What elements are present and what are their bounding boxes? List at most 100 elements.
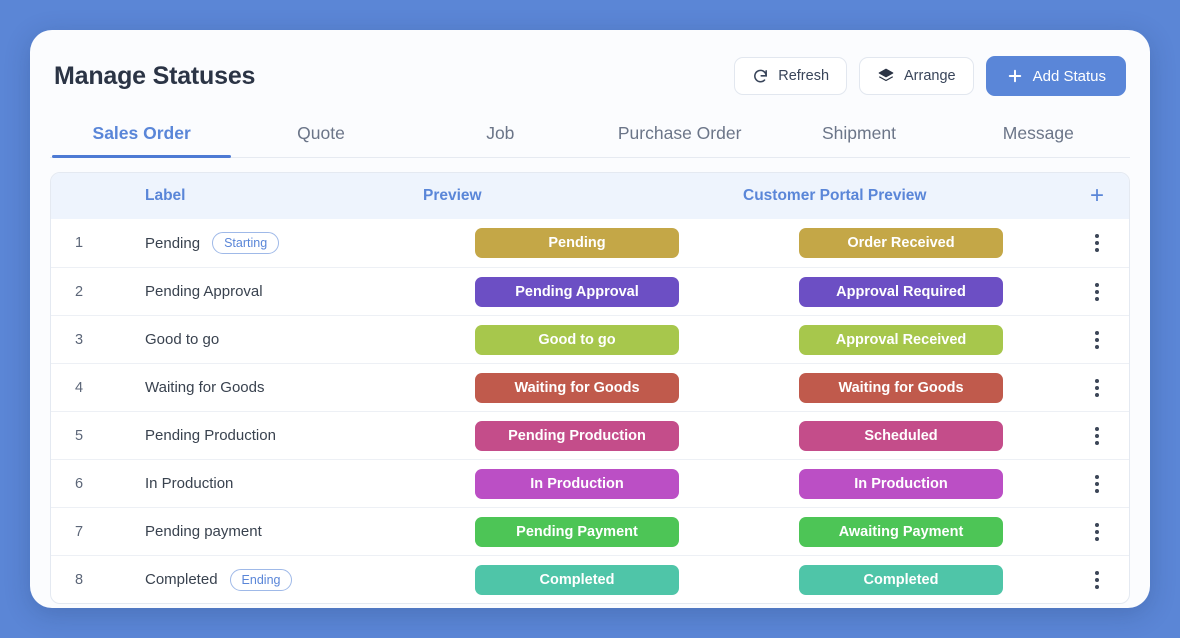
layers-icon	[877, 67, 895, 85]
row-menu-button[interactable]	[1065, 471, 1129, 497]
refresh-icon	[752, 68, 769, 85]
table-row[interactable]: 3 Good to go Good to go Approval Received	[51, 315, 1129, 363]
preview-pill: Pending Approval	[475, 277, 679, 307]
preview-cell: Pending Production	[417, 421, 737, 451]
row-label-cell: Pending payment	[107, 523, 417, 540]
manage-statuses-card: Manage Statuses Refresh	[30, 30, 1150, 608]
table-row[interactable]: 1 Pending Starting Pending Order Received	[51, 219, 1129, 267]
row-label-cell: In Production	[107, 475, 417, 492]
table-body: 1PendingStartingPendingOrder Received2Pe…	[51, 219, 1129, 603]
table-row[interactable]: 4 Waiting for Goods Waiting for Goods Waiti…	[51, 363, 1129, 411]
customer-portal-preview-cell: Order Received	[737, 228, 1065, 258]
header-actions: Refresh Arrange	[734, 56, 1126, 96]
row-number: 1	[51, 235, 107, 251]
add-status-button-label: Add Status	[1033, 68, 1106, 85]
customer-portal-pill: Waiting for Goods	[799, 373, 1003, 403]
vertical-dots-icon	[1091, 423, 1103, 449]
vertical-dots-icon	[1091, 471, 1103, 497]
row-label-cell: Completed Ending	[107, 569, 417, 591]
vertical-dots-icon	[1091, 279, 1103, 305]
table-row[interactable]: 6 In Production In Production In Production	[51, 459, 1129, 507]
customer-portal-pill: Scheduled	[799, 421, 1003, 451]
table-row[interactable]: 7Pending payment Pending Payment Awaiting …	[51, 507, 1129, 555]
status-label: Good to go	[145, 331, 219, 348]
row-number: 4	[51, 380, 107, 396]
row-number: 3	[51, 332, 107, 348]
entity-tabs: Sales Order Quote Job Purchase Order Shi…	[50, 114, 1130, 158]
vertical-dots-icon	[1091, 375, 1103, 401]
tab-quote[interactable]: Quote	[231, 114, 410, 157]
row-menu-button[interactable]	[1065, 230, 1129, 256]
add-column-button[interactable]: +	[1065, 184, 1129, 208]
vertical-dots-icon	[1091, 567, 1103, 593]
vertical-dots-icon	[1091, 519, 1103, 545]
plus-icon	[1006, 67, 1024, 85]
customer-portal-preview-cell: Approval Required	[737, 277, 1065, 307]
table-row[interactable]: 8 Completed Ending Completed Completed	[51, 555, 1129, 603]
tab-purchase-order[interactable]: Purchase Order	[590, 114, 769, 157]
column-header-label: Label	[107, 187, 417, 205]
column-header-preview: Preview	[417, 187, 737, 205]
row-menu-button[interactable]	[1065, 279, 1129, 305]
preview-cell: Completed	[417, 565, 737, 595]
preview-cell: In Production	[417, 469, 737, 499]
status-label: Pending Production	[145, 427, 276, 444]
row-menu-button[interactable]	[1065, 375, 1129, 401]
customer-portal-preview-cell: Scheduled	[737, 421, 1065, 451]
preview-pill: Completed	[475, 565, 679, 595]
preview-cell: Pending Payment	[417, 517, 737, 547]
customer-portal-pill: Order Received	[799, 228, 1003, 258]
vertical-dots-icon	[1091, 230, 1103, 256]
row-number: 7	[51, 524, 107, 540]
row-number: 2	[51, 284, 107, 300]
customer-portal-preview-cell: Approval Received	[737, 325, 1065, 355]
arrange-button[interactable]: Arrange	[859, 57, 974, 95]
tab-message[interactable]: Message	[949, 114, 1128, 157]
row-label-cell: Pending Starting	[107, 232, 417, 254]
status-label: Completed	[145, 571, 218, 588]
status-badge: Starting	[212, 232, 279, 254]
customer-portal-pill: In Production	[799, 469, 1003, 499]
card-header: Manage Statuses Refresh	[50, 52, 1130, 100]
row-menu-button[interactable]	[1065, 423, 1129, 449]
preview-pill: Pending	[475, 228, 679, 258]
row-menu-button[interactable]	[1065, 327, 1129, 353]
customer-portal-preview-cell: Completed	[737, 565, 1065, 595]
row-label-cell: Pending Production	[107, 427, 417, 444]
tab-shipment[interactable]: Shipment	[769, 114, 948, 157]
app-background: Manage Statuses Refresh	[0, 0, 1180, 638]
row-number: 6	[51, 476, 107, 492]
customer-portal-preview-cell: Waiting for Goods	[737, 373, 1065, 403]
status-label: In Production	[145, 475, 233, 492]
arrange-button-label: Arrange	[904, 68, 956, 84]
preview-cell: Pending Approval	[417, 277, 737, 307]
customer-portal-preview-cell: Awaiting Payment	[737, 517, 1065, 547]
row-menu-button[interactable]	[1065, 567, 1129, 593]
preview-pill: Good to go	[475, 325, 679, 355]
row-label-cell: Pending Approval	[107, 283, 417, 300]
row-label-cell: Waiting for Goods	[107, 379, 417, 396]
tab-sales-order[interactable]: Sales Order	[52, 114, 231, 157]
plus-icon: +	[1090, 184, 1104, 208]
preview-cell: Waiting for Goods	[417, 373, 737, 403]
status-label: Pending	[145, 235, 200, 252]
row-number: 5	[51, 428, 107, 444]
table-header-row: Label Preview Customer Portal Preview +	[51, 173, 1129, 219]
customer-portal-pill: Approval Required	[799, 277, 1003, 307]
table-row[interactable]: 5 Pending Production Pending Production Sch…	[51, 411, 1129, 459]
customer-portal-pill: Completed	[799, 565, 1003, 595]
statuses-table: Label Preview Customer Portal Preview + …	[50, 172, 1130, 604]
tab-job[interactable]: Job	[411, 114, 590, 157]
status-badge: Ending	[230, 569, 293, 591]
table-row[interactable]: 2Pending ApprovalPending ApprovalApprova…	[51, 267, 1129, 315]
row-number: 8	[51, 572, 107, 588]
preview-cell: Good to go	[417, 325, 737, 355]
status-label: Waiting for Goods	[145, 379, 265, 396]
preview-pill: In Production	[475, 469, 679, 499]
refresh-button-label: Refresh	[778, 68, 829, 84]
row-label-cell: Good to go	[107, 331, 417, 348]
row-menu-button[interactable]	[1065, 519, 1129, 545]
refresh-button[interactable]: Refresh	[734, 57, 847, 95]
add-status-button[interactable]: Add Status	[986, 56, 1126, 96]
preview-pill: Pending Payment	[475, 517, 679, 547]
